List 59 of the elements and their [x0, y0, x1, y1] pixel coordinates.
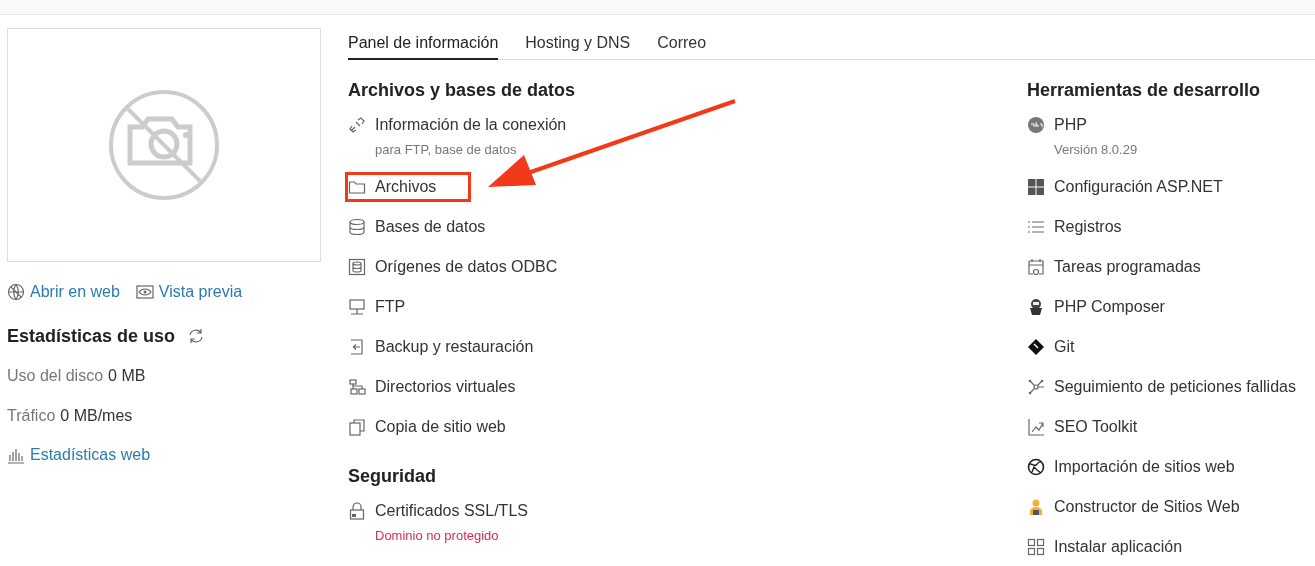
- tab[interactable]: Panel de información: [348, 32, 499, 60]
- calendar-icon: [1027, 258, 1045, 276]
- tool-link[interactable]: SEO Toolkit: [1027, 415, 1138, 439]
- worker-icon: [1027, 498, 1045, 516]
- tool-link[interactable]: Importación de sitios web: [1027, 455, 1235, 479]
- no-photo-icon: [108, 89, 220, 201]
- tool-link[interactable]: Constructor de Sitios Web: [1027, 495, 1240, 519]
- network-icon: [348, 298, 366, 316]
- item-description: para FTP, base de datos: [375, 141, 518, 159]
- database-icon: [348, 218, 366, 236]
- restore-icon: [348, 338, 366, 356]
- copy-icon: [348, 418, 366, 436]
- folder-icon: [348, 178, 366, 196]
- section-title: Estadísticas de uso: [7, 325, 176, 348]
- tab[interactable]: Correo: [657, 32, 707, 60]
- list-icon: [1027, 218, 1045, 236]
- character-icon: [1027, 298, 1045, 316]
- tool-link[interactable]: Git: [1027, 335, 1075, 359]
- section-title: Herramientas de desarrollo: [1027, 79, 1262, 102]
- tool-link[interactable]: Bases de datos: [348, 215, 486, 239]
- tool-link[interactable]: PHP: [1027, 113, 1087, 137]
- section-title: Archivos y bases de datos: [348, 79, 577, 102]
- tool-link[interactable]: Seguimiento de peticiones fallidas: [1027, 375, 1296, 399]
- tool-link[interactable]: Información de la conexión: [348, 113, 567, 137]
- grid-icon: [1027, 178, 1045, 196]
- database-icon: [348, 258, 366, 276]
- tool-link[interactable]: Backup y restauración: [348, 335, 534, 359]
- apps-icon: [1027, 538, 1045, 556]
- tool-link[interactable]: PHP Composer: [1027, 295, 1165, 319]
- bar-chart-icon: [7, 446, 25, 464]
- tool-link[interactable]: Copia de sitio web: [348, 415, 506, 439]
- section-title: Seguridad: [348, 465, 437, 488]
- tool-link[interactable]: Orígenes de datos ODBC: [348, 255, 558, 279]
- tool-link[interactable]: Tareas programadas: [1027, 255, 1201, 279]
- warning-text: Dominio no protegido: [375, 527, 500, 545]
- folders-icon: [348, 378, 366, 396]
- globe-icon: [7, 283, 25, 301]
- stat-value: 0 MB/mes: [60, 406, 133, 426]
- link[interactable]: Vista previa: [135, 281, 243, 303]
- chart-icon: [1027, 418, 1045, 436]
- diamond-icon: [1027, 338, 1045, 356]
- tab[interactable]: Hosting y DNS: [525, 32, 631, 60]
- lock-icon: [348, 502, 366, 520]
- highlighted-link[interactable]: Archivos: [348, 175, 469, 199]
- tool-link[interactable]: Directorios virtuales: [348, 375, 516, 399]
- link[interactable]: Abrir en web: [7, 281, 120, 303]
- tool-link[interactable]: Instalar aplicación: [1027, 535, 1183, 559]
- stat-label: Uso del disco: [7, 366, 104, 386]
- tool-link[interactable]: Configuración ASP.NET: [1027, 175, 1223, 199]
- nodes-icon: [1027, 378, 1045, 396]
- globe-icon: [1027, 458, 1045, 476]
- tool-link[interactable]: FTP: [348, 295, 406, 319]
- stat-label: Tráfico: [7, 406, 56, 426]
- web-stats-link[interactable]: Estadísticas web: [7, 444, 151, 466]
- tool-link[interactable]: Certificados SSL/TLS: [348, 499, 528, 523]
- tool-link[interactable]: Registros: [1027, 215, 1122, 239]
- stat-value: 0 MB: [108, 366, 146, 386]
- eye-icon: [135, 283, 154, 301]
- item-description: Versión 8.0.29: [1054, 141, 1139, 159]
